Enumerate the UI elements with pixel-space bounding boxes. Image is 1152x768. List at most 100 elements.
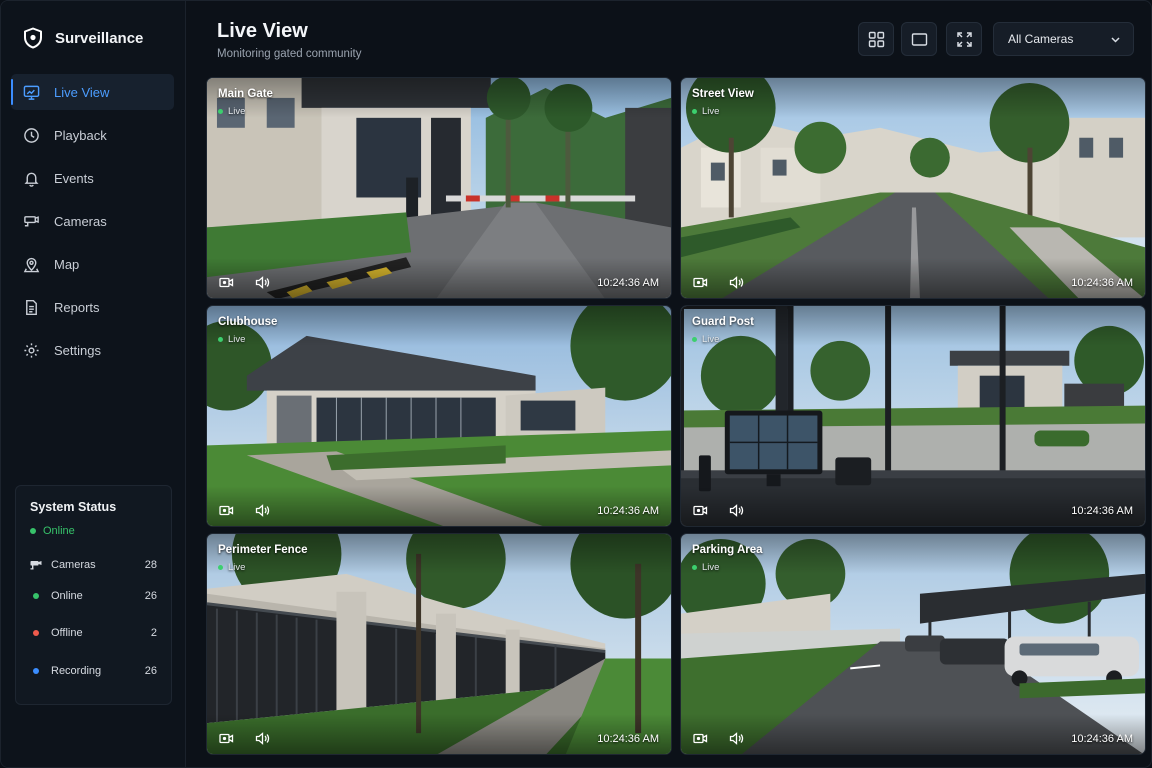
camera-name: Guard Post: [692, 316, 754, 328]
camera-tile-perimeter-fence[interactable]: Perimeter Fence Live 10:24:36 AM: [206, 533, 672, 755]
app-name: Surveillance: [55, 29, 144, 47]
offline-dot-icon: [33, 630, 39, 637]
tile-shade: [207, 78, 671, 118]
speaker-icon: [729, 504, 744, 517]
audio-button[interactable]: [729, 732, 744, 745]
live-dot-icon: [218, 337, 223, 342]
chevron-down-icon: [1111, 36, 1120, 43]
live-badge: Live: [692, 106, 719, 117]
sidebar-item-live-view[interactable]: Live View: [11, 74, 174, 110]
status-row-label: Cameras: [51, 559, 96, 571]
record-button[interactable]: [219, 276, 234, 289]
document-icon: [26, 299, 37, 315]
record-button[interactable]: [693, 276, 708, 289]
camera-tile-main-gate[interactable]: Main Gate Live 10:24:36 AM: [206, 77, 672, 299]
single-view-icon: [911, 32, 927, 46]
camera-tile-street-view[interactable]: Street View Live 10:24:36 AM: [680, 77, 1146, 299]
record-button[interactable]: [219, 732, 234, 745]
audio-button[interactable]: [729, 504, 744, 517]
speaker-icon: [255, 732, 270, 745]
audio-button[interactable]: [255, 504, 270, 517]
audio-button[interactable]: [255, 732, 270, 745]
live-dot-icon: [218, 109, 223, 114]
live-badge: Live: [218, 334, 245, 345]
status-row-value: 28: [144, 559, 157, 571]
system-status-title: System Status: [30, 500, 117, 514]
camera-filter-select[interactable]: All Cameras: [993, 22, 1134, 56]
live-badge: Live: [692, 334, 719, 345]
system-status-state-label: Online: [43, 525, 75, 537]
live-badge: Live: [218, 562, 245, 573]
status-row-label: Online: [51, 589, 83, 602]
audio-button[interactable]: [255, 276, 270, 289]
single-view-button[interactable]: [901, 22, 937, 56]
brand: Surveillance: [23, 27, 143, 49]
camera-name: Street View: [692, 88, 754, 100]
record-button[interactable]: [693, 504, 708, 517]
online-dot-icon: [30, 528, 36, 534]
video-camera-icon: [693, 505, 708, 516]
live-dot-icon: [692, 565, 697, 570]
cctv-camera-icon: [24, 215, 39, 226]
fullscreen-icon: [956, 31, 972, 47]
grid-icon: [868, 31, 884, 47]
sidebar-item-label: Live View: [54, 84, 110, 100]
status-row-offline: Offline 2: [30, 615, 157, 653]
status-row-value: 2: [150, 627, 157, 640]
live-label: Live: [702, 334, 720, 345]
audio-button[interactable]: [729, 276, 744, 289]
live-label: Live: [702, 562, 720, 573]
live-dot-icon: [692, 109, 697, 114]
speaker-icon: [729, 732, 744, 745]
map-pin-icon: [23, 257, 40, 272]
grid-view-button[interactable]: [858, 22, 894, 56]
live-label: Live: [702, 106, 720, 117]
camera-tile-clubhouse[interactable]: Clubhouse Live 10:24:36 AM: [206, 305, 672, 527]
sidebar-item-reports[interactable]: Reports: [11, 289, 174, 325]
monitor-icon: [23, 85, 40, 100]
video-camera-icon: [219, 277, 234, 288]
live-label: Live: [228, 334, 246, 345]
camera-name: Main Gate: [218, 88, 273, 100]
camera-filter-value: All Cameras: [1008, 32, 1074, 46]
camera-tile-parking-area[interactable]: Parking Area Live 10:24:36 AM: [680, 533, 1146, 755]
sidebar-item-playback[interactable]: Playback: [11, 117, 174, 153]
sidebar-item-label: Map: [54, 256, 80, 272]
camera-timestamp: 10:24:36 AM: [1071, 505, 1133, 517]
sidebar-item-cameras[interactable]: Cameras: [11, 203, 174, 239]
status-row-online: Online 26: [30, 577, 157, 615]
fullscreen-button[interactable]: [946, 22, 982, 56]
app-window: Surveillance Live View Playback Events C…: [0, 0, 1152, 768]
status-row-value: 26: [144, 664, 157, 677]
record-button[interactable]: [693, 732, 708, 745]
status-row-recording: Recording 26: [30, 652, 157, 690]
speaker-icon: [729, 276, 744, 289]
camera-timestamp: 10:24:36 AM: [597, 277, 659, 289]
cctv-camera-icon: [30, 561, 42, 570]
camera-name: Clubhouse: [218, 316, 278, 328]
video-camera-icon: [693, 277, 708, 288]
clock-icon: [24, 127, 39, 143]
camera-tile-guard-post[interactable]: Guard Post Live 10:24:36 AM: [680, 305, 1146, 527]
camera-timestamp: 10:24:36 AM: [1071, 733, 1133, 745]
record-button[interactable]: [219, 504, 234, 517]
sidebar-item-map[interactable]: Map: [11, 246, 174, 282]
sidebar-nav: Live View Playback Events Cameras Map Re…: [11, 74, 174, 375]
page-subtitle: Monitoring gated community: [217, 48, 362, 60]
page-title: Live View: [217, 20, 308, 42]
live-label: Live: [228, 106, 246, 117]
sidebar-item-label: Playback: [54, 127, 107, 143]
speaker-icon: [255, 276, 270, 289]
status-row-cameras: Cameras 28: [30, 553, 157, 577]
sidebar-item-settings[interactable]: Settings: [11, 332, 174, 368]
live-dot-icon: [218, 565, 223, 570]
sidebar: Surveillance Live View Playback Events C…: [1, 1, 186, 767]
camera-timestamp: 10:24:36 AM: [597, 505, 659, 517]
live-dot-icon: [692, 337, 697, 342]
live-badge: Live: [692, 562, 719, 573]
speaker-icon: [255, 504, 270, 517]
recording-dot-icon: [33, 667, 39, 674]
video-camera-icon: [219, 733, 234, 744]
video-camera-icon: [219, 505, 234, 516]
sidebar-item-events[interactable]: Events: [11, 160, 174, 196]
